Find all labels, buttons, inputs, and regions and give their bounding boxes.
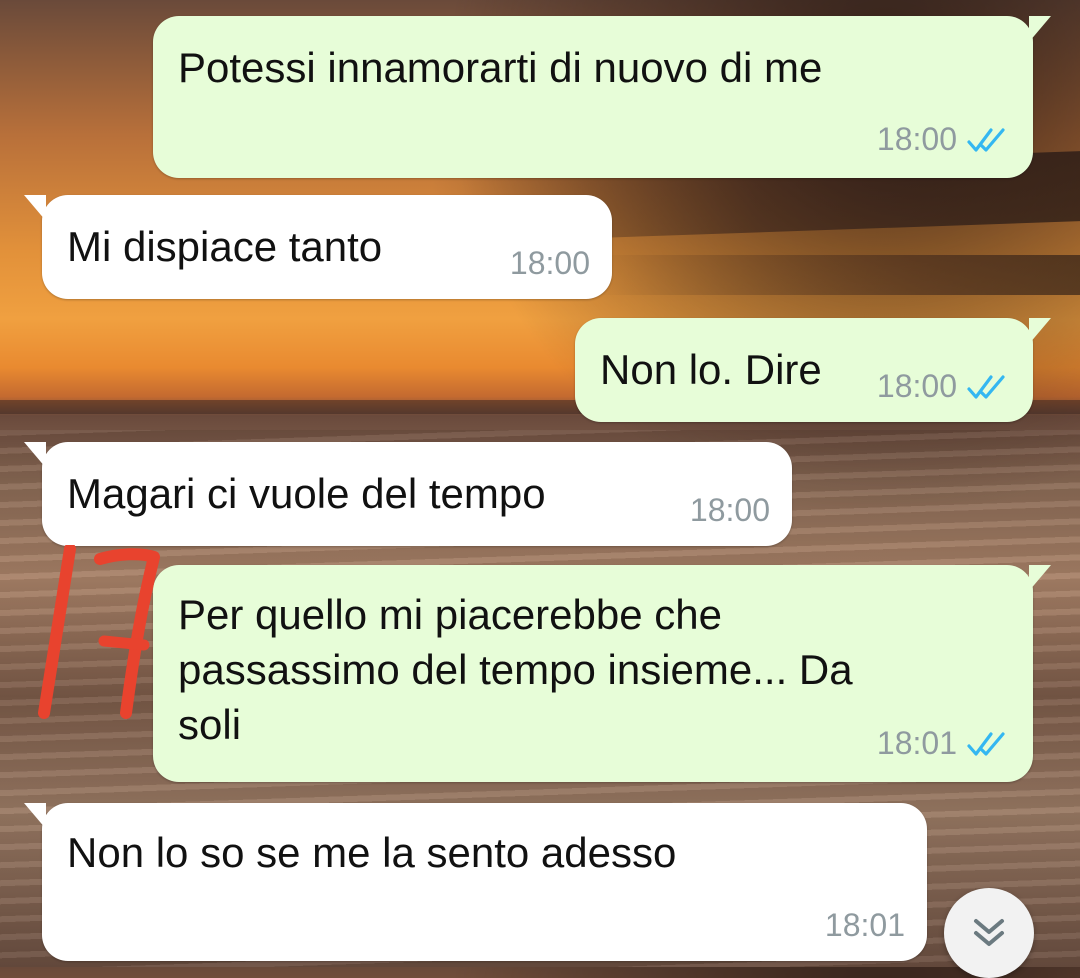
message-text: Non lo. Dire [600,346,822,393]
message-meta: 18:01 [877,725,1011,762]
message-text: Magari ci vuole del tempo [67,470,546,517]
message-text: Per quello mi piacerebbe che passassimo … [178,591,853,748]
bubble-tail [1029,318,1051,344]
bubble-tail [1029,565,1051,591]
bubble-tail [1029,16,1051,42]
message-text: Mi dispiace tanto [67,223,383,270]
message-text: Potessi innamorarti di nuovo di me [178,44,823,91]
double-check-icon [967,731,1005,756]
scroll-to-bottom-button[interactable] [944,888,1034,978]
bubble-tail [24,803,46,829]
message-time: 18:00 [689,492,770,528]
double-chevron-down-icon [974,919,1004,946]
message-time: 18:01 [824,907,905,943]
message-meta: 18:00 [510,245,590,282]
outgoing-message[interactable]: Non lo. Dire 18:00 [575,318,1051,422]
message-meta: 18:00 [877,368,1011,405]
message-time: 18:00 [876,368,957,404]
message-meta: 18:00 [690,492,770,529]
message-time: 18:00 [509,245,590,281]
message-meta: 18:00 [877,121,1011,158]
incoming-message[interactable]: Non lo so se me la sento adesso 18:01 [24,803,927,961]
message-time: 18:00 [876,121,957,157]
message-meta: 18:01 [825,907,905,944]
handwritten-17-mark [38,545,160,719]
outgoing-message[interactable]: Potessi innamorarti di nuovo di me 18:00 [153,16,1051,178]
double-check-icon [967,374,1005,399]
bubble-tail [24,195,46,221]
double-check-icon [967,127,1005,152]
incoming-message[interactable]: Magari ci vuole del tempo 18:00 [24,442,792,546]
outgoing-message[interactable]: Per quello mi piacerebbe che passassimo … [153,565,1051,782]
message-time: 18:01 [876,725,957,761]
incoming-message[interactable]: Mi dispiace tanto 18:00 [24,195,612,299]
message-text: Non lo so se me la sento adesso [67,829,677,876]
bubble-tail [24,442,46,468]
